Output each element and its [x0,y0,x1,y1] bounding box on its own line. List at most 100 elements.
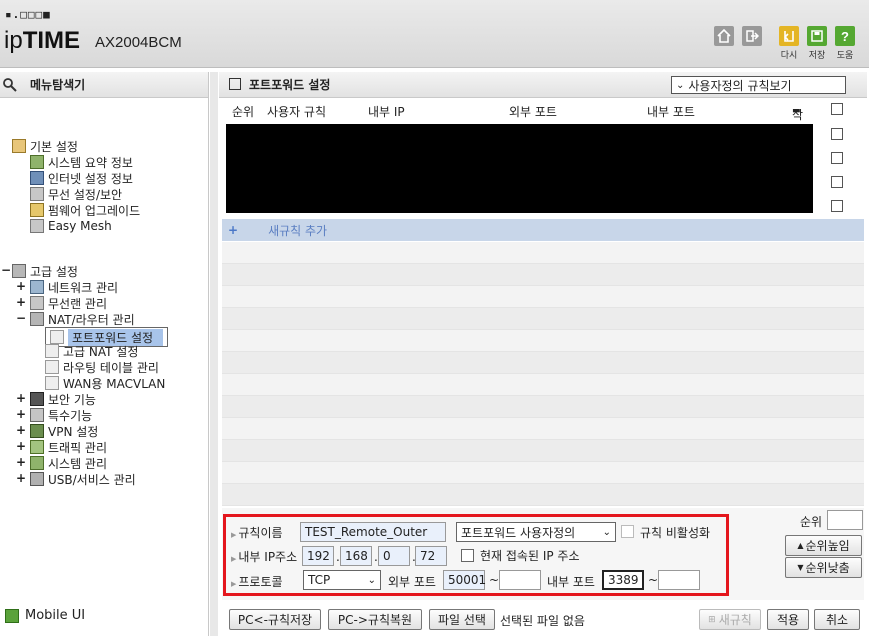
tree-item-vpn[interactable]: VPN 설정 [30,423,98,439]
collapse-icon[interactable]: − [16,311,26,325]
new-rule-button[interactable]: ⊞ 새규칙 [699,609,761,630]
tree-item-label: 시스템 관리 [48,456,108,471]
brand-bold: TIME [22,27,81,54]
mobile-ui-link[interactable]: Mobile UI [5,608,85,623]
tree-item-wireless[interactable]: 무선랜 관리 [30,295,107,311]
select-all-checkbox[interactable] [831,103,843,115]
traffic-icon [30,440,44,454]
save-label: 저장 [808,51,826,61]
tree-item-system-summary[interactable]: 시스템 요약 정보 [30,154,133,170]
tree-item-advanced-nat[interactable]: 고급 NAT 설정 [45,343,138,359]
tree-item-security[interactable]: 보안 기능 [30,391,96,407]
highlight-box [223,514,729,596]
tree-item-routing-table[interactable]: 라우팅 테이블 관리 [45,359,159,375]
tree-item-label: 펌웨어 업그레이드 [48,203,141,218]
vpn-icon [30,424,44,438]
plus-icon: ⊞ [708,614,716,625]
row-checkbox[interactable] [831,176,843,188]
tree-item-special[interactable]: 특수기능 [30,407,92,423]
menu-explorer-header: 메뉴탐색기 [0,72,208,98]
collapse-icon[interactable]: − [1,263,11,277]
exit-tool[interactable]: 다시 [778,26,800,61]
tree-item-label: 무선랜 관리 [48,296,108,311]
page-icon [45,344,59,358]
wifi-icon [30,296,44,310]
mesh-icon [30,219,44,233]
col-user-rule: 사용자 규칙 [267,105,327,119]
tree-item-easy-mesh[interactable]: Easy Mesh [30,218,112,234]
brand-dots: ▪.□□□■ [5,8,51,21]
window-icon [229,78,241,90]
folder-gear-icon [12,264,26,278]
help-icon: ? [835,26,855,46]
tree-item-firmware-upgrade[interactable]: 펌웨어 업그레이드 [30,202,140,218]
tree-item-label: WAN용 MACVLAN [63,376,166,391]
panel-divider[interactable] [210,72,218,636]
tree-advanced-settings[interactable]: 고급 설정 [12,263,78,279]
tree-basic-settings[interactable]: 기본 설정 [12,138,78,154]
tree-item-system[interactable]: 시스템 관리 [30,455,107,471]
lower-order-label: 순위낮춤 [805,561,850,575]
expand-icon[interactable]: + [16,423,26,437]
rule-view-value: 사용자정의 규칙보기 [688,78,792,93]
home-icon[interactable] [714,26,734,46]
row-checkbox[interactable] [831,128,843,140]
tree-item-wireless-security[interactable]: 무선 설정/보안 [30,186,122,202]
row-checkbox[interactable] [831,200,843,212]
tree-item-label: 라우팅 테이블 관리 [63,360,159,375]
page-icon [45,360,59,374]
lower-order-button[interactable]: ▼ 순위낮춤 [785,557,862,578]
triangle-down-icon: ▼ [797,563,804,572]
tree-item-label: 인터넷 설정 정보 [48,171,133,186]
logout-icon[interactable] [742,26,762,46]
panel-header: 포트포워드 설정 ⌄ 사용자정의 규칙보기 [219,72,867,98]
tree-item-traffic[interactable]: 트래픽 관리 [30,439,107,455]
expand-icon[interactable]: + [16,391,26,405]
row-checkbox[interactable] [831,152,843,164]
expand-icon[interactable]: + [16,471,26,485]
mobile-icon [5,608,19,623]
tree-advanced-label: 고급 설정 [30,264,78,279]
brand-prefix: ip [4,27,23,54]
new-rule-row[interactable]: + 새규칙 추가 [222,219,864,241]
tree-item-label: 무선 설정/보안 [48,187,123,202]
apply-button[interactable]: 적용 [767,609,809,630]
empty-rows [222,242,864,507]
tree-item-network[interactable]: 네트워크 관리 [30,279,118,295]
expand-icon[interactable]: + [16,279,26,293]
menu-explorer-title: 메뉴탐색기 [30,78,86,92]
backup-rules-button[interactable]: PC<-규칙저장 [229,609,321,630]
lock-icon [30,392,44,406]
special-icon [30,408,44,422]
order-input[interactable] [827,510,863,530]
col-internal-ip: 내부 IP [368,105,405,119]
save-tool[interactable]: 저장 [806,26,828,61]
tree-item-nat-router[interactable]: NAT/라우터 관리 [30,311,135,327]
rule-view-select[interactable]: ⌄ 사용자정의 규칙보기 [671,76,846,94]
tree-item-label: USB/서비스 관리 [48,472,136,487]
tree-item-usb-service[interactable]: USB/서비스 관리 [30,471,136,487]
tree-item-internet-info[interactable]: 인터넷 설정 정보 [30,170,133,186]
file-select-button[interactable]: 파일 선택 [429,609,495,630]
expand-icon[interactable]: + [16,455,26,469]
network-icon [30,280,44,294]
page-icon [45,376,59,390]
page-icon [50,330,64,344]
new-rule-label: 새규칙 추가 [268,223,328,238]
router-icon [30,312,44,326]
help-tool[interactable]: ? 도움 [834,26,856,61]
file-status: 선택된 파일 없음 [500,614,585,628]
expand-icon[interactable]: + [16,439,26,453]
cancel-button[interactable]: 취소 [814,609,860,630]
tree-item-label: 보안 기능 [48,392,96,407]
tree-item-wan-macvlan[interactable]: WAN용 MACVLAN [45,375,165,391]
exit-label: 다시 [780,51,798,61]
col-internal-port: 내부 포트 [647,105,695,119]
expand-icon[interactable]: + [16,407,26,421]
restore-rules-button[interactable]: PC->규칙복원 [328,609,422,630]
redacted-rules [226,124,813,213]
col-order: 순위 [232,105,255,119]
raise-order-button[interactable]: ▲ 순위높임 [785,535,862,556]
expand-icon[interactable]: + [16,295,26,309]
table-header: 순위 사용자 규칙 내부 IP 외부 포트 내부 포트 ▬삭제 [219,100,867,139]
